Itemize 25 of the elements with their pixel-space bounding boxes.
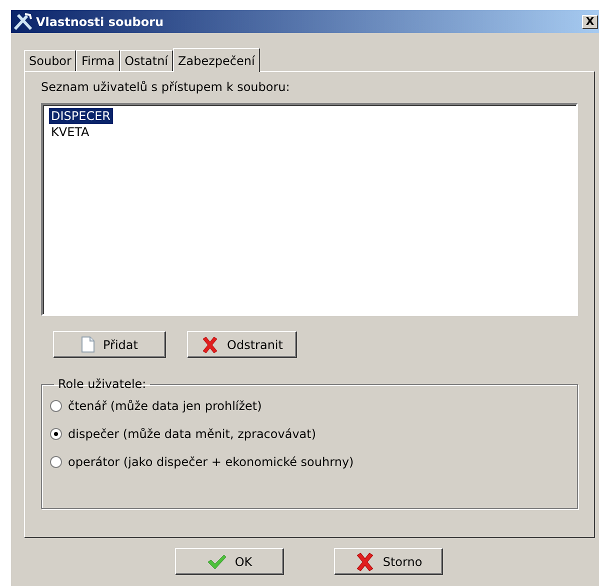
list-item[interactable]: DISPECER bbox=[49, 108, 113, 124]
checkmark-icon bbox=[206, 554, 227, 570]
radio-button[interactable] bbox=[50, 400, 62, 412]
radio-label: čtenář (může data jen prohlížet) bbox=[68, 399, 262, 413]
radio-label: operátor (jako dispečer + ekonomické souhrny) bbox=[68, 455, 354, 469]
radio-button[interactable] bbox=[50, 428, 62, 440]
list-label: Seznam uživatelů s přístupem k souboru: bbox=[41, 80, 291, 94]
tab[interactable]: Soubor bbox=[24, 50, 76, 71]
radio-button[interactable] bbox=[50, 456, 62, 468]
window-title: Vlastnosti souboru bbox=[36, 14, 165, 28]
close-icon bbox=[201, 336, 220, 354]
tab[interactable]: Zabezpečení bbox=[173, 48, 260, 72]
list-item[interactable]: KVETA bbox=[49, 124, 92, 140]
radio-label: dispečer (může data měnit, zpracovávat) bbox=[68, 427, 316, 441]
close-icon bbox=[354, 552, 375, 572]
document-icon bbox=[81, 336, 96, 353]
group-legend: Role uživatele: bbox=[54, 377, 150, 391]
tab[interactable]: Ostatní bbox=[120, 50, 174, 71]
add-button[interactable]: Přidat bbox=[53, 331, 166, 358]
tools-icon bbox=[13, 12, 33, 30]
cancel-button[interactable]: Storno bbox=[334, 548, 443, 575]
tab[interactable]: Firma bbox=[76, 50, 120, 71]
close-button[interactable]: X bbox=[582, 14, 598, 28]
ok-button[interactable]: OK bbox=[175, 548, 284, 575]
remove-button[interactable]: Odstranit bbox=[187, 331, 297, 358]
